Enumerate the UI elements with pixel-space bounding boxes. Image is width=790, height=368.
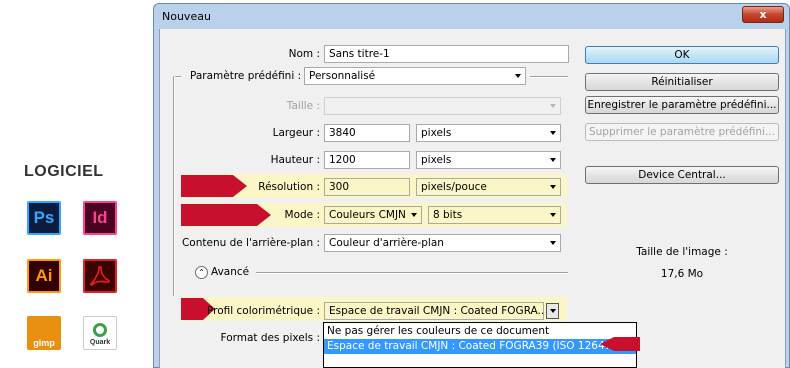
preset-value: Personnalisé [309, 70, 376, 82]
gimp-logo: gimp [27, 316, 61, 350]
advanced-separator [256, 272, 568, 274]
resolution-input[interactable]: 300 [324, 178, 410, 196]
quark-label: Quark [89, 338, 111, 346]
name-label: Nom : [288, 48, 320, 60]
chevron-down-icon [550, 104, 556, 108]
reset-button[interactable]: Réinitialiser [585, 73, 779, 91]
illustrator-logo: Ai [27, 259, 61, 293]
delete-preset-button: Supprimer le paramètre prédéfini... [585, 123, 779, 141]
preset-group-border-right [530, 76, 568, 78]
photoshop-logo: Ps [27, 201, 61, 235]
quark-icon [93, 322, 107, 337]
name-input[interactable]: Sans titre-1 [324, 45, 569, 63]
resolution-unit-select[interactable]: pixels/pouce [416, 178, 561, 196]
chevron-down-icon [550, 241, 556, 245]
ok-button[interactable]: OK [585, 46, 779, 64]
image-size-label: Taille de l'image : [636, 246, 728, 258]
pixel-aspect-label: Format des pixels : [220, 332, 320, 344]
chevron-down-icon [515, 74, 521, 78]
bit-depth-select[interactable]: 8 bits [428, 206, 561, 224]
color-profile-dropdown-list: Ne pas gérer les couleurs de ce document… [323, 322, 637, 368]
advanced-label: Avancé [211, 266, 250, 278]
bit-depth-value: 8 bits [433, 209, 463, 221]
height-label: Hauteur : [270, 154, 320, 166]
indesign-logo: Id [83, 201, 117, 235]
height-input[interactable]: 1200 [324, 151, 410, 169]
chevron-down-icon [550, 309, 556, 313]
mode-select[interactable]: Couleurs CMJN [324, 206, 422, 224]
dropdown-arrow-icon [600, 337, 640, 351]
resolution-unit-value: pixels/pouce [421, 181, 487, 193]
mode-label: Mode : [284, 209, 320, 221]
resolution-arrow-icon [181, 175, 247, 197]
acrobat-icon [83, 259, 117, 293]
dropdown-option-selected[interactable]: Espace de travail CMJN : Coated FOGRA39 … [324, 339, 636, 354]
chevron-down-icon [550, 185, 556, 189]
close-button[interactable]: x [742, 6, 784, 23]
collapse-advanced-icon[interactable]: ⌃ [195, 266, 208, 279]
background-contents-value: Couleur d'arrière-plan [329, 237, 444, 249]
width-unit-value: pixels [421, 127, 452, 139]
size-label: Taille : [286, 100, 320, 112]
background-contents-select[interactable]: Couleur d'arrière-plan [324, 234, 561, 252]
width-label: Largeur : [272, 127, 320, 139]
device-central-button[interactable]: Device Central... [585, 166, 779, 184]
quark-logo: Quark [83, 316, 117, 350]
size-select [324, 97, 561, 115]
color-profile-label: Profil colorimétrique : [207, 305, 320, 317]
color-profile-dropdown-button[interactable] [546, 303, 559, 319]
height-unit-select[interactable]: pixels [416, 151, 561, 169]
background-contents-label: Contenu de l'arrière-plan : [181, 237, 320, 249]
software-title: LOGICIEL [24, 163, 104, 180]
resolution-label: Résolution : [258, 181, 320, 193]
dropdown-option[interactable]: Ne pas gérer les couleurs de ce document [324, 324, 636, 339]
image-size-value: 17,6 Mo [660, 268, 704, 280]
color-profile-select[interactable]: Espace de travail CMJN : Coated FOGRA... [324, 302, 544, 320]
chevron-down-icon [411, 213, 417, 217]
chevron-down-icon [550, 131, 556, 135]
save-preset-button[interactable]: Enregistrer le paramètre prédéfini... [585, 96, 779, 114]
preset-select[interactable]: Personnalisé [304, 67, 526, 85]
mode-value: Couleurs CMJN [329, 209, 406, 221]
chevron-down-icon [550, 213, 556, 217]
width-input[interactable]: 3840 [324, 124, 410, 142]
height-unit-value: pixels [421, 154, 452, 166]
preset-group-border-left [173, 76, 175, 296]
window-title: Nouveau [162, 10, 211, 23]
acrobat-icon-svg [90, 265, 110, 286]
chevron-down-icon [550, 158, 556, 162]
title-bar: Nouveau x [154, 4, 789, 28]
preset-label: Paramètre prédéfini : [190, 70, 302, 82]
width-unit-select[interactable]: pixels [416, 124, 561, 142]
software-panel: LOGICIEL Ps Id Ai gimp Quark [0, 0, 150, 368]
